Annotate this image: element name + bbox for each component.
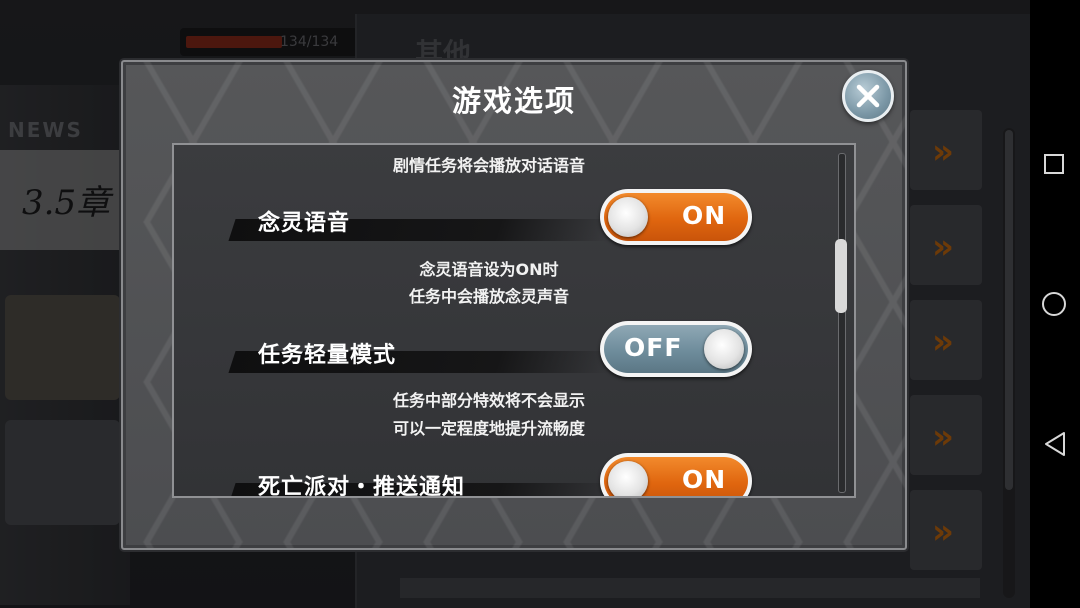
option-label-lightweight: 任务轻量模式: [258, 343, 397, 368]
close-icon: [856, 84, 880, 108]
option-description: 任务中部分特效将不会显示: [392, 391, 585, 410]
options-scrollbar[interactable]: [838, 153, 846, 493]
voice-toggle[interactable]: ON: [600, 189, 752, 245]
triangle-back-icon[interactable]: [1042, 430, 1068, 458]
options-scrollbar-thumb[interactable]: [835, 239, 847, 313]
toggle-state: ON: [682, 201, 727, 230]
option-description: 可以一定程度地提升流畅度: [392, 419, 585, 438]
circle-icon[interactable]: [1042, 292, 1066, 316]
toggle-state: OFF: [624, 333, 683, 362]
toggle-knob: [704, 329, 744, 369]
toggle-knob: [608, 461, 648, 496]
option-description: 任务中会播放念灵声音: [408, 287, 569, 306]
options-list[interactable]: 剧情任务将会播放对话语音 念灵语音 ON 念灵语音设为ON时 任务中会播放念灵声…: [172, 143, 856, 498]
toggle-knob: [608, 197, 648, 237]
option-description: 剧情任务将会播放对话语音: [392, 156, 585, 175]
dialog-title: 游戏选项: [451, 84, 576, 118]
option-label-notification: 死亡派对・推送通知: [258, 475, 466, 498]
option-description: 念灵语音设为ON时: [419, 260, 559, 279]
option-label-voice: 念灵语音: [258, 211, 351, 236]
lightweight-mode-toggle[interactable]: OFF: [600, 321, 752, 377]
notification-toggle[interactable]: ON: [600, 453, 752, 496]
square-icon[interactable]: [1044, 154, 1064, 174]
toggle-state: ON: [682, 465, 727, 494]
close-button[interactable]: [842, 70, 894, 122]
